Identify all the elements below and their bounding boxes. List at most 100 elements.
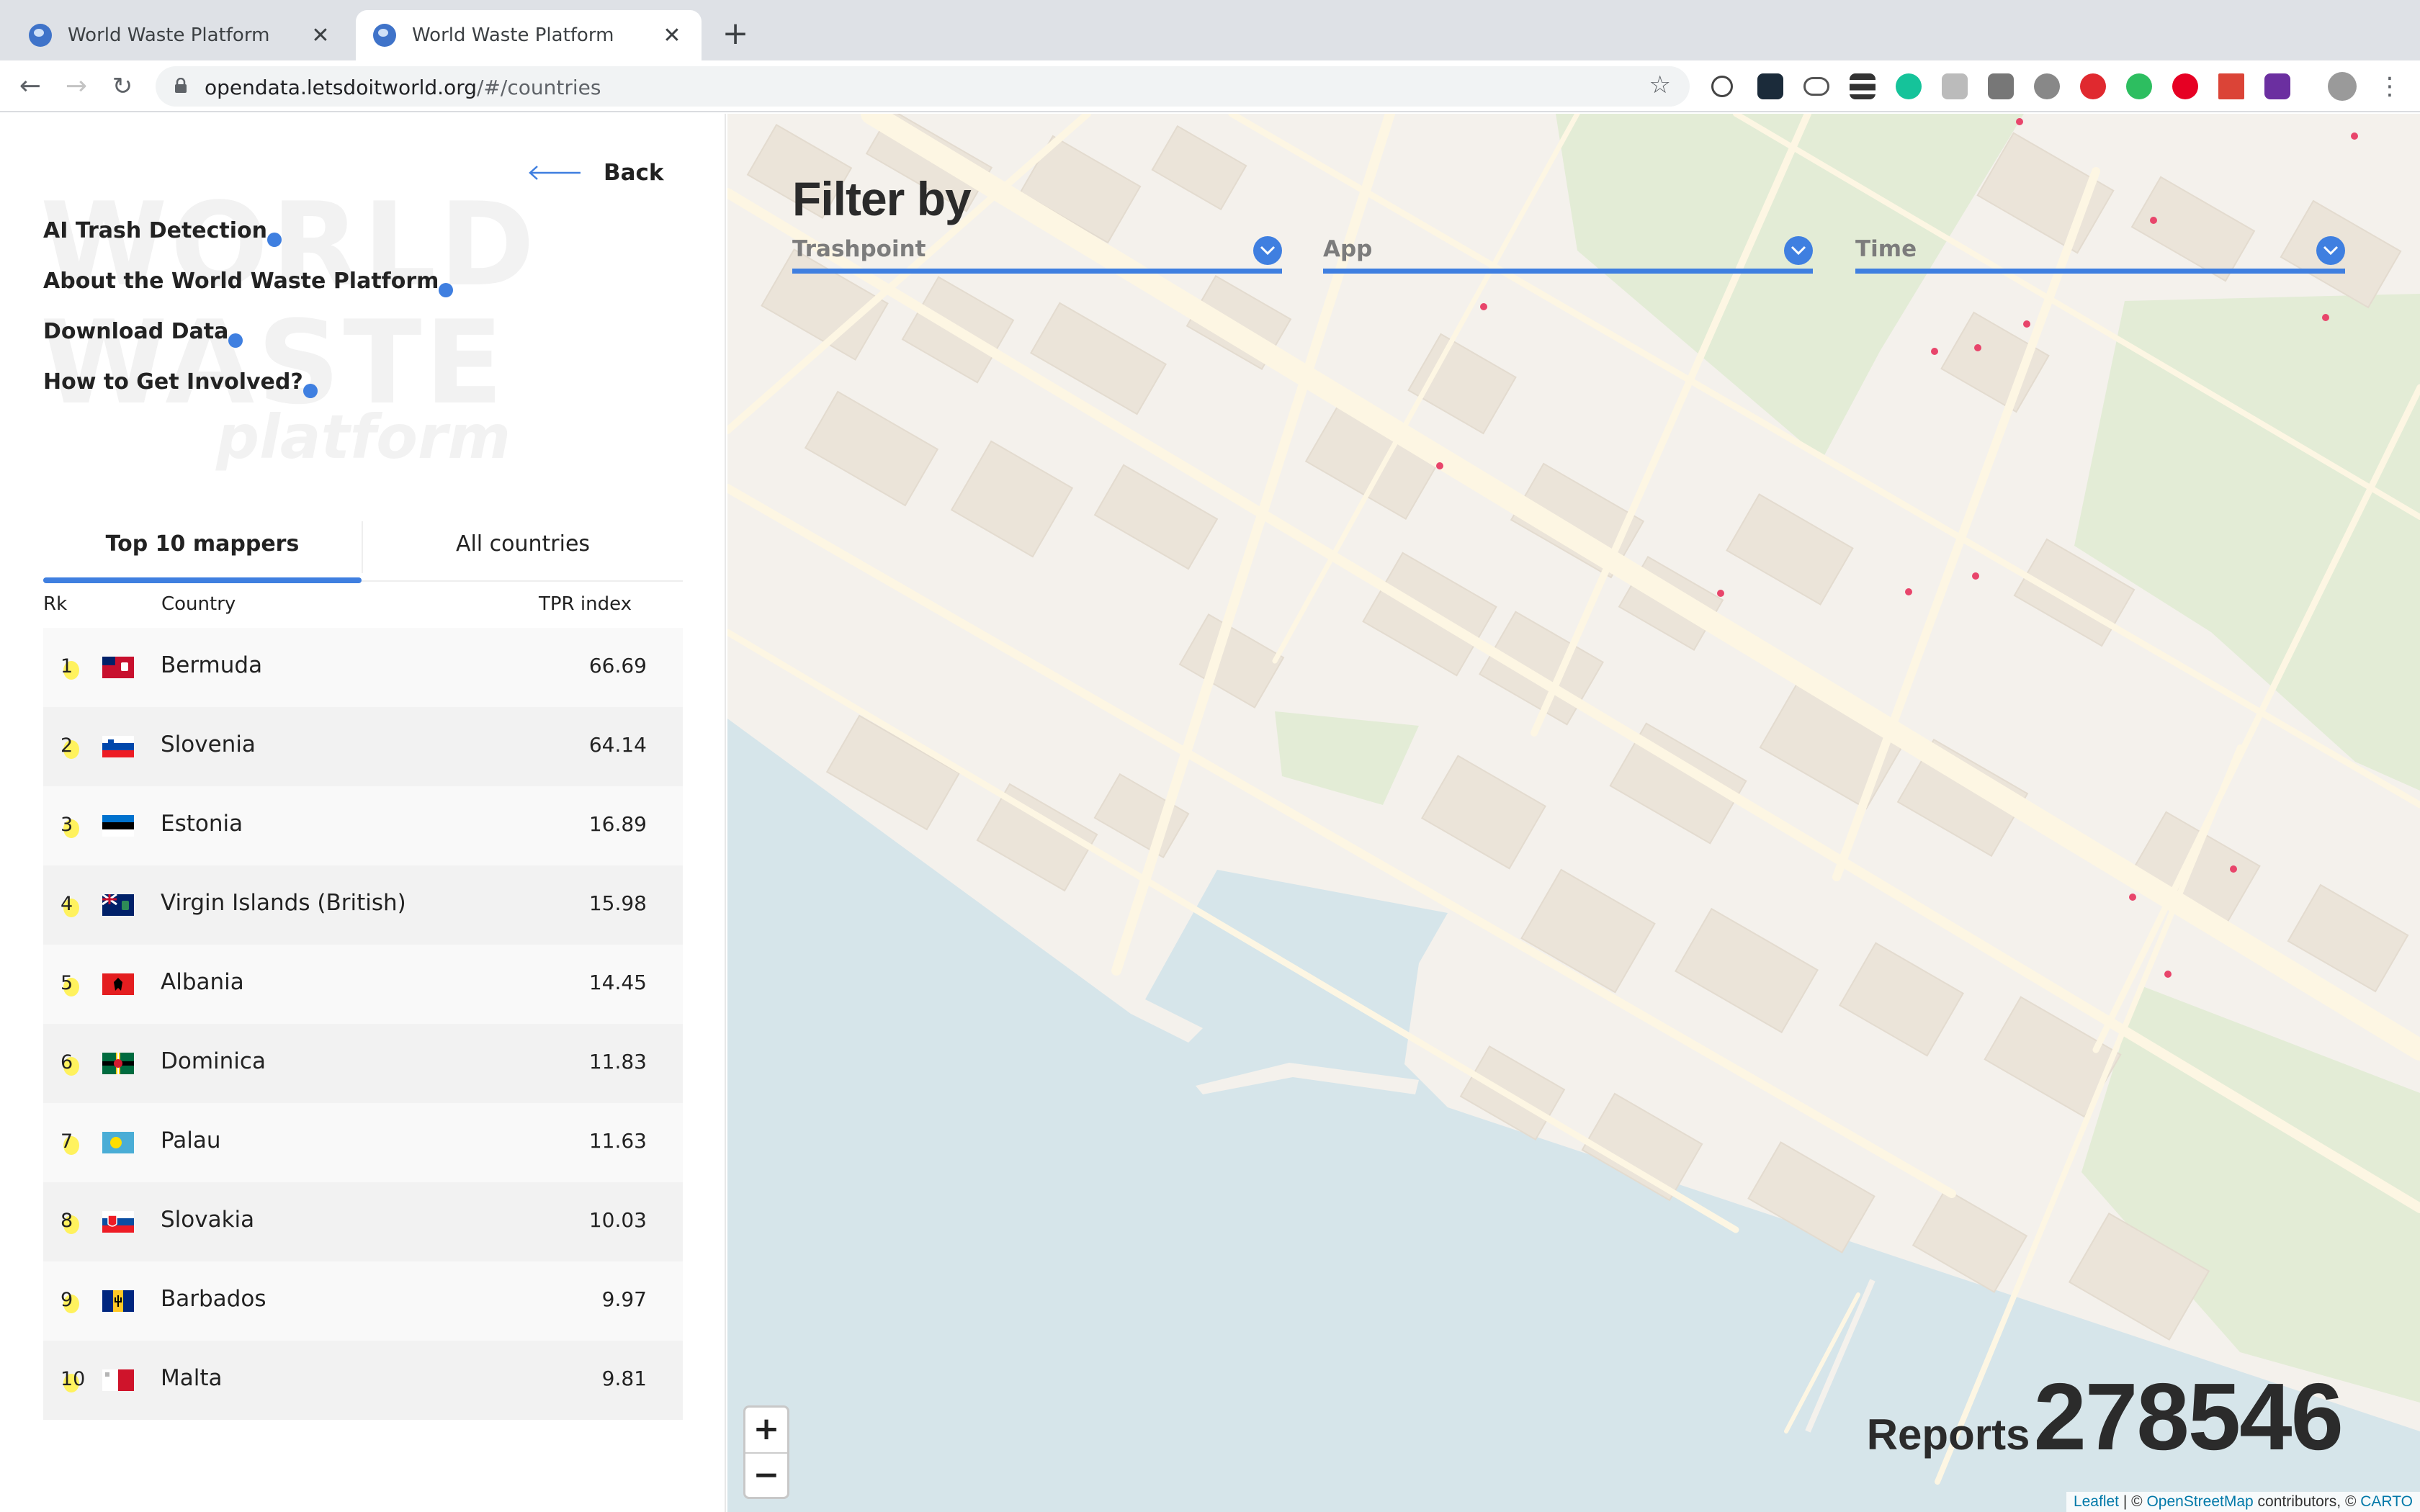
tpr-value: 11.63 — [588, 1129, 647, 1153]
sidebar: WORLD WASTE platform Back AI Trash Detect… — [0, 114, 726, 1512]
malta-flag-icon — [102, 1369, 134, 1391]
tpr-value: 14.45 — [588, 971, 647, 994]
menu-item-ai-trash-detection[interactable]: AI Trash Detection — [43, 218, 439, 269]
tpr-value: 15.98 — [588, 891, 647, 915]
bermuda-flag-icon — [102, 657, 134, 678]
filter-app-dropdown[interactable]: App — [1323, 235, 1813, 274]
table-row[interactable]: 2 Slovenia 64.14 — [43, 707, 683, 786]
extension-chat-icon[interactable] — [1988, 73, 2014, 99]
chevron-down-icon[interactable] — [1253, 236, 1282, 265]
palau-flag-icon — [102, 1132, 134, 1153]
tab-all-countries[interactable]: All countries — [363, 513, 683, 582]
back-link[interactable]: Back — [527, 160, 664, 186]
chevron-down-icon[interactable] — [1784, 236, 1813, 265]
bvi-flag-icon — [102, 894, 134, 916]
chevron-down-icon[interactable] — [2316, 236, 2345, 265]
menu-item-get-involved[interactable]: How to Get Involved? — [43, 369, 439, 420]
extension-block-icon[interactable] — [2080, 73, 2106, 99]
reports-count: 278546 — [2033, 1364, 2344, 1470]
browser-toolbar: ← → ↻ opendata.letsdoitworld.org/#/count… — [0, 60, 2420, 112]
country-name: Malta — [161, 1365, 223, 1391]
tpr-value: 11.83 — [588, 1050, 647, 1074]
table-row[interactable]: 8 Slovakia 10.03 — [43, 1182, 683, 1261]
rank-number: 6 — [60, 1051, 82, 1076]
browser-tab-active[interactable]: World Waste Platform ✕ — [356, 10, 702, 60]
extension-grammarly-icon[interactable] — [1896, 73, 1922, 99]
browser-tabstrip: World Waste Platform ✕ World Waste Platf… — [0, 0, 2420, 60]
column-header-country[interactable]: Country — [161, 593, 236, 615]
column-header-rank[interactable]: Rk — [43, 593, 67, 615]
zoom-control: + − — [743, 1405, 789, 1499]
tpr-value: 9.81 — [601, 1367, 647, 1390]
ranking-table: 1 Bermuda 66.69 2 Slovenia 64.14 3 Eston… — [43, 628, 683, 1420]
rank-number: 7 — [60, 1130, 82, 1155]
country-name: Barbados — [161, 1286, 266, 1312]
extension-react-icon[interactable] — [1757, 73, 1783, 99]
new-tab-button[interactable]: + — [717, 17, 753, 53]
openstreetmap-link[interactable]: OpenStreetMap — [2146, 1493, 2253, 1510]
country-name: Virgin Islands (British) — [161, 890, 406, 916]
map-view[interactable]: Filter by Trashpoint App Time + − Report… — [727, 114, 2420, 1512]
bookmark-star-icon[interactable]: ☆ — [1649, 71, 1671, 99]
table-row[interactable]: 1 Bermuda 66.69 — [43, 628, 683, 707]
menu-item-about[interactable]: About the World Waste Platform — [43, 269, 454, 319]
back-arrow-icon[interactable]: ← — [14, 71, 46, 102]
left-arrow-icon — [529, 166, 581, 180]
menu-item-download-data[interactable]: Download Data — [43, 319, 439, 369]
back-label: Back — [604, 160, 664, 186]
table-row[interactable]: 4 Virgin Islands (British) 15.98 — [43, 865, 683, 945]
zoom-in-button[interactable]: + — [745, 1408, 787, 1452]
zoom-out-button[interactable]: − — [745, 1452, 787, 1497]
extension-pinterest-icon[interactable] — [2172, 73, 2198, 99]
country-name: Slovenia — [161, 732, 256, 757]
filter-trashpoint-dropdown[interactable]: Trashpoint — [792, 235, 1282, 274]
country-name: Dominica — [161, 1048, 266, 1074]
table-row[interactable]: 10 Malta 9.81 — [43, 1341, 683, 1420]
reports-label: Reports — [1866, 1410, 2030, 1459]
map-tiles[interactable] — [727, 114, 2420, 1512]
profile-avatar[interactable] — [2328, 72, 2357, 101]
globe-icon — [373, 24, 396, 47]
rank-number: 1 — [60, 655, 82, 680]
table-row[interactable]: 3 Estonia 16.89 — [43, 786, 683, 865]
forward-arrow-icon[interactable]: → — [60, 71, 92, 102]
table-row[interactable]: 9 Barbados 9.97 — [43, 1261, 683, 1341]
address-bar[interactable]: opendata.letsdoitworld.org/#/countries ☆ — [156, 66, 1690, 107]
albania-flag-icon — [102, 973, 134, 995]
filter-time-dropdown[interactable]: Time — [1855, 235, 2345, 274]
rank-number: 3 — [60, 814, 82, 838]
country-name: Estonia — [161, 811, 243, 837]
table-row[interactable]: 6 Dominica 11.83 — [43, 1024, 683, 1103]
carto-link[interactable]: CARTO — [2360, 1493, 2413, 1510]
table-row[interactable]: 5 Albania 14.45 — [43, 945, 683, 1024]
bullet-dot — [228, 333, 243, 348]
rank-number: 4 — [60, 893, 82, 917]
browser-tab[interactable]: World Waste Platform ✕ — [12, 10, 350, 60]
leaflet-link[interactable]: Leaflet — [2074, 1493, 2119, 1510]
globe-icon — [29, 24, 52, 47]
filter-label: Time — [1855, 236, 1917, 262]
tpr-value: 66.69 — [588, 654, 647, 678]
rank-number: 2 — [60, 734, 82, 759]
tab-top-10-mappers[interactable]: Top 10 mappers — [43, 513, 362, 583]
close-icon[interactable]: ✕ — [660, 23, 684, 48]
extension-code-icon[interactable] — [1942, 73, 1968, 99]
reload-icon[interactable]: ↻ — [107, 71, 138, 102]
menu-dots-icon[interactable]: ⋮ — [2374, 71, 2406, 102]
close-icon[interactable]: ✕ — [308, 23, 333, 48]
extension-cloud-icon[interactable] — [1803, 77, 1829, 96]
tab-title: World Waste Platform — [68, 24, 270, 46]
column-header-tpr-index[interactable]: TPR index — [539, 593, 632, 615]
table-row[interactable]: 7 Palau 11.63 — [43, 1103, 683, 1182]
map-attribution: Leaflet | © OpenStreetMap contributors, … — [2066, 1492, 2420, 1512]
tpr-value: 9.97 — [601, 1287, 647, 1311]
extension-red-square-icon[interactable] — [2218, 73, 2244, 99]
extension-purple-icon[interactable] — [2264, 73, 2290, 99]
extension-evernote-icon[interactable] — [2126, 73, 2152, 99]
extension-gear-icon[interactable] — [2034, 73, 2060, 99]
tpr-value: 64.14 — [588, 733, 647, 757]
tab-title: World Waste Platform — [412, 24, 614, 46]
ranking-tabs: Top 10 mappers All countries — [43, 513, 683, 583]
extension-layers-icon[interactable] — [1850, 73, 1876, 99]
extension-info-icon[interactable] — [1711, 76, 1733, 97]
